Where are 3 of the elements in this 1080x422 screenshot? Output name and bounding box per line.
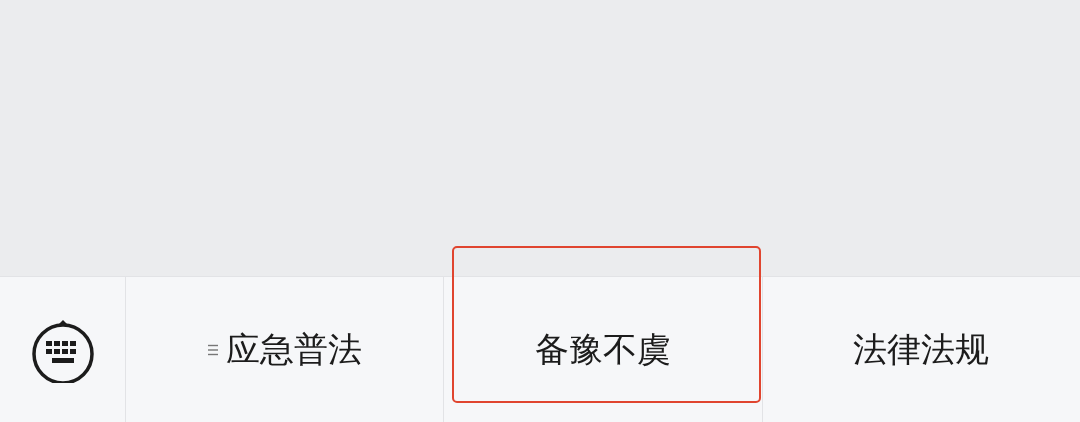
menu-item[interactable]: 备豫不虞 <box>444 277 762 422</box>
menu-item[interactable]: 法律法规 <box>762 277 1080 422</box>
menu-item[interactable]: 应急普法 <box>126 277 444 422</box>
